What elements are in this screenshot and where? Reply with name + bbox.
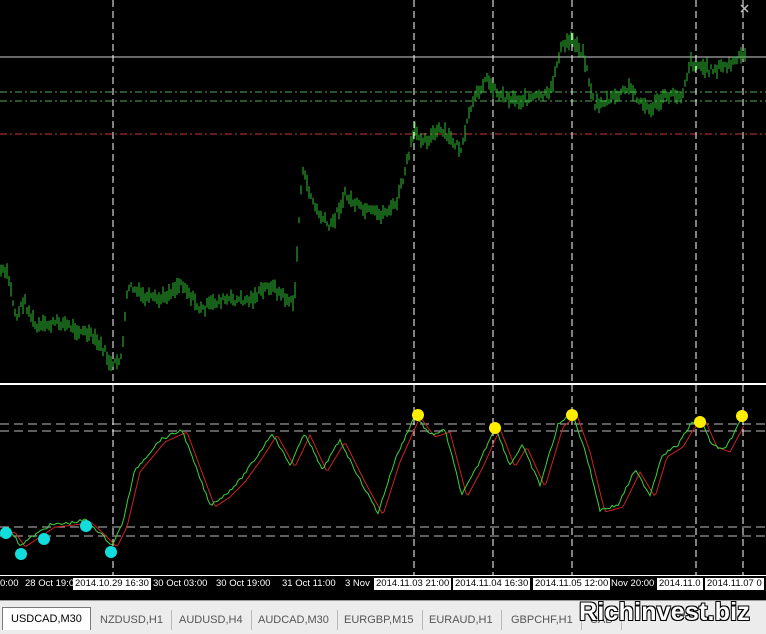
oversold-dot (80, 520, 92, 532)
tab-euraud-h1[interactable]: EURAUD,H1 (421, 610, 502, 630)
time-label: 3 Nov (345, 578, 370, 589)
x-close-icon[interactable] (740, 4, 749, 13)
time-label: 0:00 (0, 578, 19, 589)
time-label: 30 Oct 03:00 (153, 578, 208, 589)
time-label: 2014.10.29 16:30 (73, 578, 151, 590)
time-label: 28 Oct 19:00 (25, 578, 80, 589)
tab-audcad-m30[interactable]: AUDCAD,M30 (250, 610, 338, 630)
oscillator-main-line (0, 411, 745, 547)
overbought-dot (412, 409, 424, 421)
tab-gbpchf-h1[interactable]: GBPCHF,H1 (503, 610, 582, 630)
time-label: 31 Oct 11:00 (282, 578, 336, 589)
watermark-logo: Richinvest.biz (579, 598, 750, 626)
overbought-dot (489, 422, 501, 434)
time-label: 2014.11.05 12:00 (533, 578, 611, 590)
price-chart[interactable] (0, 0, 766, 383)
overbought-dot (566, 409, 578, 421)
time-label: 30 Oct 19:00 (216, 578, 271, 589)
tab-eurgbp-m15[interactable]: EURGBP,M15 (336, 610, 423, 630)
time-label: 2014.11.03 21:00 (374, 578, 452, 590)
overbought-dot (736, 410, 748, 422)
oversold-dot (15, 548, 27, 560)
signal-dots (0, 409, 748, 560)
tab-audusd-h4[interactable]: AUDUSD,H4 (171, 610, 252, 630)
oversold-dot (0, 527, 12, 539)
time-label: 2014.11.0 (657, 578, 703, 590)
time-label: 2014.11.07 0 (705, 578, 764, 590)
tab-usdcad-m30[interactable]: USDCAD,M30 (2, 607, 91, 630)
price-chart-pane[interactable] (0, 0, 766, 383)
time-axis: 0:00 28 Oct 19:00 2014.10.29 16:30 30 Oc… (0, 575, 766, 592)
overbought-dot (694, 416, 706, 428)
time-label: Nov 20:00 (611, 578, 655, 589)
oscillator-chart[interactable] (0, 385, 766, 575)
vertical-markers (112, 385, 744, 575)
tab-nzdusd-h1[interactable]: NZDUSD,H1 (92, 610, 172, 630)
time-label: 2014.11.04 16:30 (453, 578, 531, 590)
oversold-dot (38, 533, 50, 545)
oscillator-pane[interactable] (0, 385, 766, 575)
oversold-dot (105, 546, 117, 558)
